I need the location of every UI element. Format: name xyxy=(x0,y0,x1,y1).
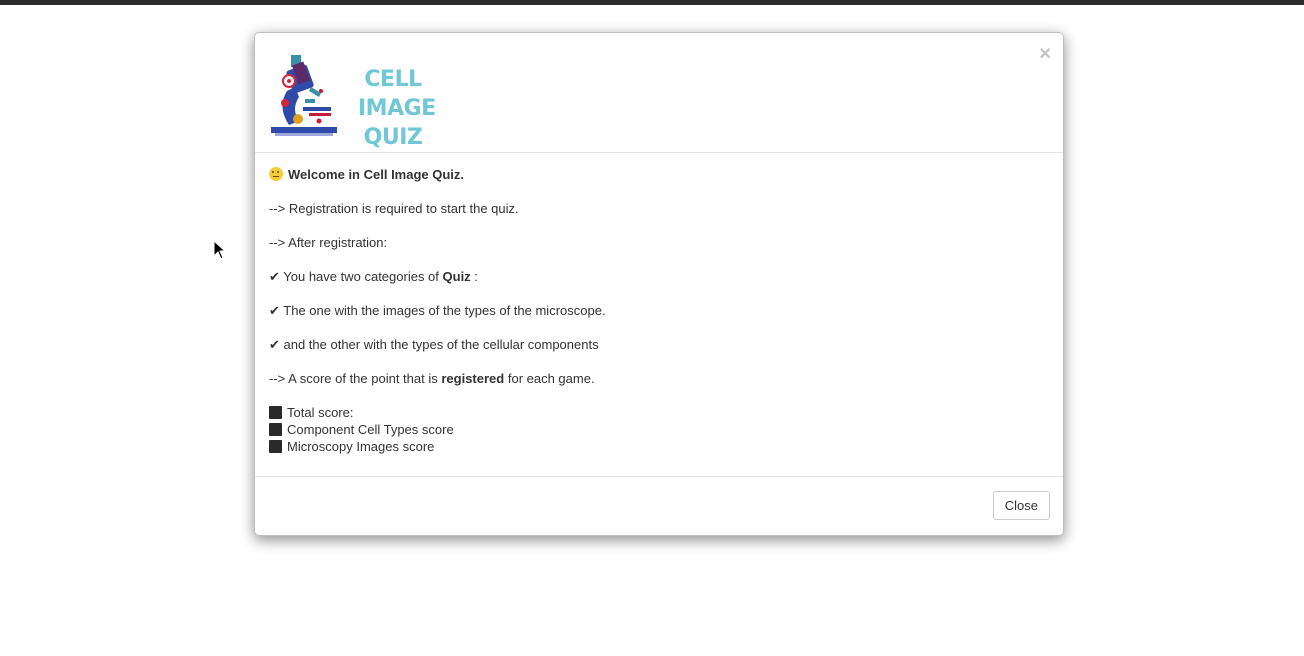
categories-suffix: : xyxy=(470,269,478,284)
registration-required-text: --> Registration is required to start th… xyxy=(269,201,519,216)
category-one-text: ✔ The one with the images of the types o… xyxy=(269,303,606,318)
black-square-icon xyxy=(269,423,282,436)
app-logo: CELL IMAGE QUIZ xyxy=(269,47,436,150)
categories-line: ✔ You have two categories of Quiz : xyxy=(269,268,1049,285)
category-two-text: ✔ and the other with the types of the ce… xyxy=(269,337,599,352)
after-registration-text: --> After registration: xyxy=(269,235,388,250)
close-button[interactable]: Close xyxy=(992,491,1050,520)
mouse-cursor-icon xyxy=(213,240,227,260)
logo-word: IMAGE xyxy=(358,96,436,121)
score-suffix: for each game. xyxy=(504,371,595,386)
score-item: Microscopy Images score xyxy=(269,438,1049,455)
score-item: Component Cell Types score xyxy=(269,421,1049,438)
modal-body: Welcome in Cell Image Quiz. --> Registra… xyxy=(255,154,1063,477)
score-label: Component Cell Types score xyxy=(287,422,454,437)
close-icon[interactable]: × xyxy=(1039,41,1051,67)
black-square-icon xyxy=(269,440,282,453)
welcome-text: Welcome in Cell Image Quiz. xyxy=(288,167,465,182)
score-label: Total score: xyxy=(287,405,354,420)
logo-word: QUIZ xyxy=(363,125,423,150)
modal-header: CELL IMAGE QUIZ × xyxy=(255,33,1063,153)
categories-prefix: ✔ You have two categories of xyxy=(269,269,443,284)
score-item: Total score: xyxy=(269,404,1049,421)
score-label: Microscopy Images score xyxy=(287,439,435,454)
modal-footer: Close xyxy=(255,477,1063,535)
black-square-icon xyxy=(269,406,282,419)
logo-word: CELL xyxy=(364,67,422,92)
score-prefix: --> A score of the point that is xyxy=(269,371,442,386)
welcome-line: Welcome in Cell Image Quiz. xyxy=(269,166,1049,183)
thinking-face-icon xyxy=(269,167,283,181)
score-bold: registered xyxy=(441,371,505,386)
score-line: --> A score of the point that is registe… xyxy=(269,370,1049,387)
categories-bold: Quiz xyxy=(442,269,471,284)
microscope-icon xyxy=(271,55,337,136)
top-bar xyxy=(0,0,1304,5)
logo-text: CELL IMAGE QUIZ xyxy=(358,65,436,152)
welcome-modal: CELL IMAGE QUIZ × Welcome in Cell Image … xyxy=(254,32,1064,536)
